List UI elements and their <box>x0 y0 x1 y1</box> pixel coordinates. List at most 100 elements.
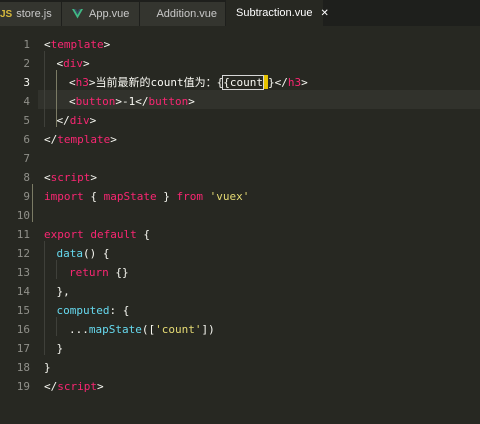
code-line[interactable]: 18} <box>0 358 480 377</box>
code-text: <button>-1</button> <box>69 92 195 111</box>
code-line[interactable]: 5 </div> <box>0 111 480 130</box>
js-file-icon: JS <box>0 8 13 20</box>
code-token: ([ <box>141 323 156 336</box>
code-token: ... <box>69 323 89 336</box>
line-number: 16 <box>16 323 30 336</box>
code-text: <div> <box>57 54 90 73</box>
tab-addition-vue[interactable]: Addition.vue <box>140 2 226 26</box>
code-line[interactable]: 3 <h3>当前最新的count值为：{{count}</h3> <box>0 73 480 92</box>
code-token: from <box>176 190 203 203</box>
tab-store-js[interactable]: JS store.js <box>0 2 62 26</box>
line-number: 6 <box>23 133 30 146</box>
code-line[interactable]: 17} <box>0 339 480 358</box>
code-token: () { <box>83 247 110 260</box>
code-token: }</ <box>267 76 288 89</box>
code-line[interactable]: 7 <box>0 149 480 168</box>
code-token: button <box>148 95 189 108</box>
code-text: </script> <box>44 377 104 396</box>
code-token: < <box>69 95 76 108</box>
code-line[interactable]: 13 return {} <box>0 263 480 282</box>
tab-subtraction-vue[interactable]: Subtraction.vue ✕ <box>226 0 329 26</box>
code-token: < <box>44 38 51 51</box>
code-line[interactable]: 11 export default { <box>0 225 480 244</box>
line-number: 2 <box>23 57 30 70</box>
editor-tab-bar: JS store.js App.vue Addition.vue Subtrac… <box>0 0 480 26</box>
tab-label: store.js <box>16 8 52 20</box>
code-token: </ <box>44 133 58 146</box>
code-token: </ <box>44 380 58 393</box>
code-text: computed: { <box>57 301 130 320</box>
code-line[interactable]: 1 <template> <box>0 35 480 54</box>
code-line[interactable]: 4 <button>-1</button> <box>0 92 480 111</box>
code-token: return <box>69 266 109 279</box>
code-token: {count <box>222 75 264 90</box>
code-token: h3 <box>287 76 302 89</box>
code-line[interactable]: 16 ...mapState(['count']) <box>0 320 480 339</box>
code-text: <script> <box>44 168 97 187</box>
code-line[interactable]: 14}, <box>0 282 480 301</box>
line-number: 4 <box>23 95 30 108</box>
code-token: > <box>97 380 104 393</box>
code-token: div <box>63 57 83 70</box>
line-number: 11 <box>16 228 30 241</box>
code-token: script <box>50 171 91 184</box>
tab-label: App.vue <box>89 8 130 20</box>
vue-file-icon <box>72 9 83 19</box>
code-token: > <box>103 38 111 51</box>
code-line[interactable]: 12 data() { <box>0 244 480 263</box>
code-token: div <box>69 114 90 127</box>
line-number: 9 <box>23 190 30 203</box>
code-token: { <box>83 190 104 203</box>
code-editor[interactable]: 1 <template> 2 <div> 3 <h3>当前最新的count值为：{{cou… <box>0 26 480 424</box>
tab-label: Subtraction.vue <box>236 7 313 19</box>
code-token: h3 <box>75 76 89 89</box>
code-token: template <box>50 38 104 51</box>
code-token: >-1</ <box>115 95 149 108</box>
code-token: } <box>44 361 51 374</box>
line-number: 17 <box>16 342 30 355</box>
line-number: 18 <box>16 361 30 374</box>
code-token: >当前最新的count值为：{ <box>88 76 224 89</box>
code-token: > <box>83 57 90 70</box>
code-line[interactable]: 10 <box>0 206 480 225</box>
line-number: 3 <box>23 76 30 89</box>
line-number: 19 <box>16 380 30 393</box>
close-icon[interactable]: ✕ <box>320 8 328 19</box>
code-token: < <box>69 76 76 89</box>
code-line[interactable]: 8 <script> <box>0 168 480 187</box>
code-token: 'count' <box>155 323 202 336</box>
line-number: 8 <box>23 171 30 184</box>
code-token: } <box>156 190 177 203</box>
code-token: : { <box>109 304 130 317</box>
code-text: return {} <box>69 263 129 282</box>
line-number: 14 <box>16 285 30 298</box>
tab-app-vue[interactable]: App.vue <box>62 2 140 26</box>
code-text: import { mapState } from 'vuex' <box>44 187 249 206</box>
code-text: </div> <box>57 111 97 130</box>
code-line[interactable]: 15 computed: { <box>0 301 480 320</box>
code-text: data() { <box>57 244 110 263</box>
code-line[interactable]: 6 </template> <box>0 130 480 149</box>
line-number: 12 <box>16 247 30 260</box>
code-text: } <box>57 339 64 358</box>
code-token: template <box>57 133 111 146</box>
code-token: import <box>44 190 84 203</box>
code-token: { <box>136 228 150 241</box>
code-token: }, <box>56 285 70 298</box>
code-line[interactable]: 9 import { mapState } from 'vuex' <box>0 187 480 206</box>
code-token: script <box>57 380 97 393</box>
code-token: computed <box>56 304 110 317</box>
tab-label: Addition.vue <box>156 8 217 20</box>
line-number: 1 <box>23 38 30 51</box>
code-token: mapState <box>88 323 142 336</box>
line-number: 15 <box>16 304 30 317</box>
line-number: 7 <box>23 152 30 165</box>
line-number: 10 <box>16 209 30 222</box>
code-token: data <box>56 247 84 260</box>
code-line[interactable]: 19 </script> <box>0 377 480 396</box>
code-text: }, <box>57 282 70 301</box>
code-line[interactable]: 2 <div> <box>0 54 480 73</box>
code-token: > <box>89 114 97 127</box>
code-token: > <box>188 95 195 108</box>
